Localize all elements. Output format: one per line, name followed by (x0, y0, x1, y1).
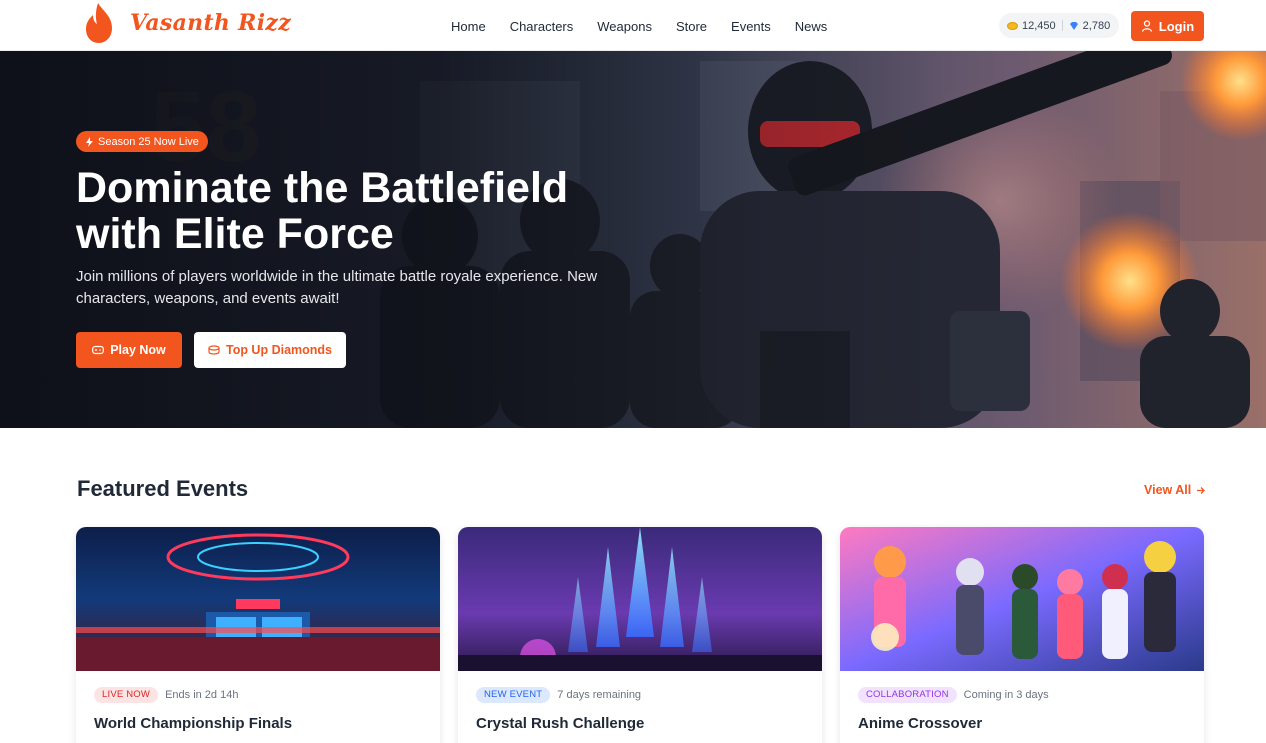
nav-news[interactable]: News (795, 19, 828, 34)
main-nav: Home Characters Weapons Store Events New… (451, 19, 827, 34)
coin-icon (1007, 21, 1018, 30)
nav-characters[interactable]: Characters (510, 19, 574, 34)
event-status-tag: COLLABORATION (858, 687, 957, 703)
gamepad-icon (92, 345, 105, 355)
coins-icon (208, 345, 220, 355)
user-icon (1141, 20, 1152, 32)
event-image-championship (76, 527, 440, 671)
event-title: Anime Crossover (858, 715, 983, 732)
event-card[interactable]: LIVE NOW Ends in 2d 14h World Championsh… (76, 527, 440, 743)
brand-logo[interactable]: Vasanth Rizz (84, 2, 291, 44)
nav-home[interactable]: Home (451, 19, 486, 34)
top-navbar: Vasanth Rizz Home Characters Weapons Sto… (0, 0, 1266, 51)
play-now-label: Play Now (110, 343, 166, 357)
currency-balance[interactable]: 12,450 2,780 (999, 13, 1119, 38)
view-all-label: View All (1144, 483, 1192, 497)
season-badge: Season 25 Now Live (76, 131, 208, 152)
nav-weapons[interactable]: Weapons (597, 19, 652, 34)
top-up-label: Top Up Diamonds (225, 343, 332, 357)
login-button[interactable]: Login (1131, 11, 1204, 41)
flame-icon (86, 3, 112, 43)
hero-title: Dominate the Battlefield with Elite Forc… (76, 165, 636, 257)
hero-description: Join millions of players worldwide in th… (76, 268, 598, 307)
hero-banner: 58 Season 25 Now Live Dominate the Battl… (0, 51, 1266, 428)
brand-name: Vasanth Rizz (130, 10, 291, 36)
event-image-anime (840, 527, 1204, 671)
coin-count: 12,450 (1022, 19, 1056, 32)
event-time: 7 days remaining (557, 689, 642, 701)
event-meta: LIVE NOW Ends in 2d 14h (94, 687, 238, 703)
featured-events-title: Featured Events (77, 476, 249, 501)
hero-title-line2: with Elite Force (76, 210, 394, 258)
top-up-diamonds-button[interactable]: Top Up Diamonds (194, 332, 346, 368)
event-meta: COLLABORATION Coming in 3 days (858, 687, 1049, 703)
event-time: Coming in 3 days (963, 689, 1049, 701)
diamond-icon (1069, 21, 1078, 30)
nav-store[interactable]: Store (676, 19, 707, 34)
event-image-crystal (458, 527, 822, 671)
currency-divider (1061, 20, 1063, 31)
event-meta: NEW EVENT 7 days remaining (476, 687, 641, 703)
nav-events[interactable]: Events (731, 19, 771, 34)
event-title: Crystal Rush Challenge (476, 715, 645, 732)
event-status-tag: NEW EVENT (476, 687, 551, 703)
diamond-count: 2,780 (1082, 19, 1111, 32)
event-card[interactable]: COLLABORATION Coming in 3 days Anime Cro… (840, 527, 1204, 743)
play-now-button[interactable]: Play Now (76, 332, 182, 368)
hero-title-line1: Dominate the Battlefield (76, 164, 569, 212)
event-status-tag: LIVE NOW (94, 687, 159, 703)
arrow-right-icon (1197, 486, 1206, 494)
event-title: World Championship Finals (94, 715, 293, 732)
login-label: Login (1158, 18, 1195, 34)
lightning-icon (86, 136, 93, 147)
event-card[interactable]: NEW EVENT 7 days remaining Crystal Rush … (458, 527, 822, 743)
view-all-link[interactable]: View All (1144, 483, 1206, 497)
event-time: Ends in 2d 14h (165, 689, 239, 701)
season-badge-label: Season 25 Now Live (98, 135, 199, 148)
